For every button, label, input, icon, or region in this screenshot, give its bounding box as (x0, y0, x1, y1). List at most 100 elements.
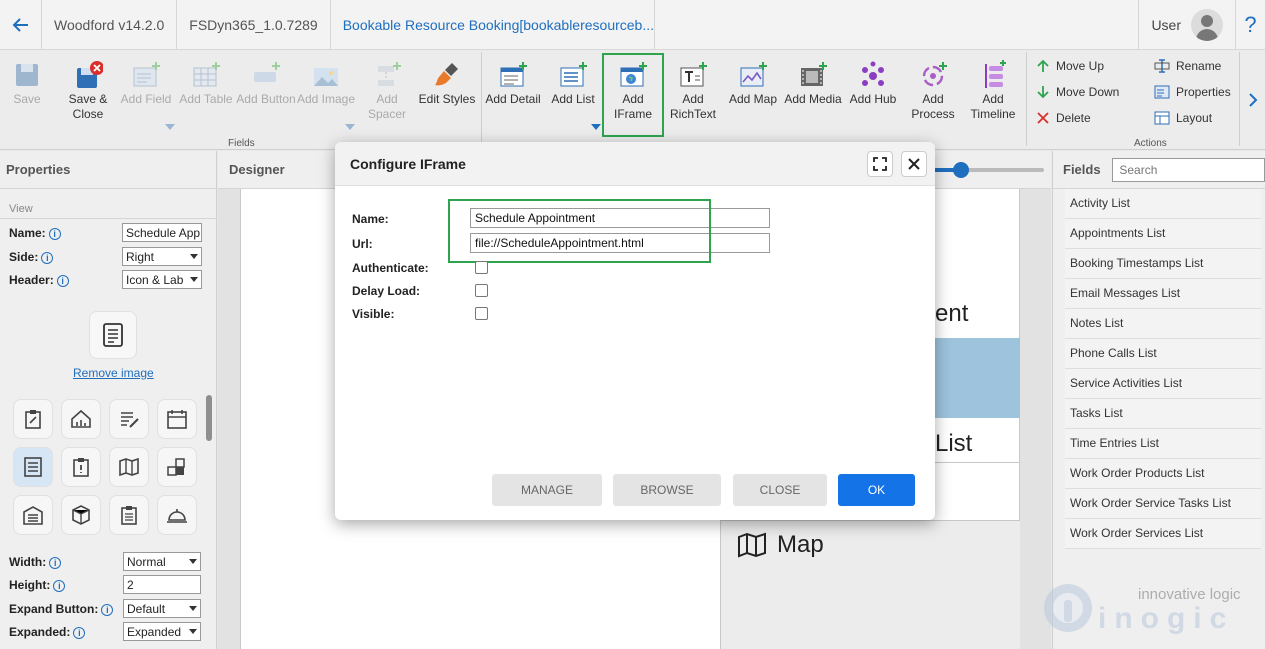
add-media-button[interactable]: Add Media (783, 60, 843, 107)
add-spacer-button[interactable]: Add Spacer (357, 60, 417, 122)
add-field-button[interactable]: Add Field (116, 60, 176, 107)
info-icon[interactable]: i (41, 251, 54, 264)
remove-image-link[interactable]: Remove image (73, 366, 154, 380)
delay-load-checkbox[interactable] (475, 284, 488, 297)
move-down-button[interactable]: Move Down (1036, 85, 1119, 99)
expand-button-label: Expand Button: (9, 601, 99, 616)
search-input[interactable]: Search (1112, 157, 1265, 182)
calendar-icon[interactable] (157, 399, 197, 439)
list-item[interactable]: Appointments List (1065, 219, 1261, 249)
home-chart-icon[interactable] (61, 399, 101, 439)
add-timeline-button[interactable]: Add Timeline (963, 60, 1023, 122)
close-button[interactable]: CLOSE (733, 474, 827, 506)
project-name[interactable]: FSDyn365_1.0.7289 (177, 0, 331, 49)
add-image-button[interactable]: Add Image (296, 60, 356, 107)
notes-pen-icon[interactable] (109, 399, 149, 439)
map-block[interactable]: Map (720, 520, 1020, 649)
authenticate-checkbox[interactable] (475, 261, 488, 274)
boxes-icon[interactable] (157, 447, 197, 487)
add-image-dropdown-icon[interactable] (345, 124, 355, 130)
info-icon[interactable]: i (73, 626, 86, 639)
save-button[interactable]: Save (0, 60, 57, 107)
canvas-list-label: List (935, 430, 973, 457)
height-input[interactable]: 2 (123, 575, 201, 594)
info-icon[interactable]: i (56, 274, 69, 287)
add-timeline-label: Add Timeline (970, 92, 1016, 121)
zoom-slider-handle[interactable] (953, 162, 969, 178)
width-select[interactable]: Normal (123, 552, 201, 571)
list-item[interactable]: Work Order Services List (1065, 519, 1261, 549)
add-spacer-label: Add Spacer (367, 92, 407, 121)
selected-image-preview[interactable] (89, 311, 137, 359)
add-table-button[interactable]: Add Table (176, 60, 236, 107)
list-item[interactable]: Work Order Service Tasks List (1065, 489, 1261, 519)
add-button-button[interactable]: Add Button (236, 60, 296, 107)
info-icon[interactable]: i (48, 227, 61, 240)
visible-checkbox[interactable] (475, 307, 488, 320)
add-table-icon (193, 62, 220, 87)
browse-button[interactable]: BROWSE (613, 474, 721, 506)
name-input[interactable]: Schedule App (122, 223, 202, 242)
layout-button[interactable]: Layout (1154, 111, 1212, 125)
list-item[interactable]: Work Order Products List (1065, 459, 1261, 489)
properties-button[interactable]: Properties (1154, 85, 1231, 99)
add-process-button[interactable]: Add Process (903, 60, 963, 122)
watermark-tagline: innovative logic (1138, 586, 1241, 603)
list-document-icon[interactable] (13, 447, 53, 487)
list-item[interactable]: Tasks List (1065, 399, 1261, 429)
expanded-select[interactable]: Expanded (123, 622, 201, 641)
list-item[interactable]: Booking Timestamps List (1065, 249, 1261, 279)
canvas-section-title: ent (935, 300, 969, 327)
rename-button[interactable]: Rename (1154, 59, 1221, 73)
add-map-button[interactable]: Add Map (723, 60, 783, 107)
chevron-down-icon (189, 559, 197, 564)
list-item[interactable]: Time Entries List (1065, 429, 1261, 459)
user-menu[interactable]: User (1138, 0, 1235, 49)
delete-button[interactable]: Delete (1036, 111, 1091, 125)
gallery-scrollbar[interactable] (206, 395, 212, 441)
list-item[interactable]: Phone Calls List (1065, 339, 1261, 369)
clipboard-edit-icon[interactable] (13, 399, 53, 439)
add-list-dropdown-icon[interactable] (591, 124, 601, 130)
side-select[interactable]: Right (122, 247, 202, 266)
map-icon[interactable] (109, 447, 149, 487)
move-up-button[interactable]: Move Up (1036, 59, 1104, 73)
add-list-button[interactable]: Add List (543, 60, 603, 107)
info-icon[interactable]: i (53, 579, 66, 592)
header-select[interactable]: Icon & Lab (122, 270, 202, 289)
add-richtext-button[interactable]: Add RichText (663, 60, 723, 122)
rename-icon (1154, 59, 1170, 73)
save-close-button[interactable]: Save & Close (58, 60, 118, 122)
warehouse-icon[interactable] (13, 495, 53, 535)
info-icon[interactable]: i (49, 556, 62, 569)
clipboard-alert-icon[interactable] (61, 447, 101, 487)
expand-icon (873, 156, 887, 171)
expand-button-select[interactable]: Default (123, 599, 201, 618)
clipboard-list-icon[interactable] (109, 495, 149, 535)
list-item[interactable]: Activity List (1065, 189, 1261, 219)
manage-button[interactable]: MANAGE (492, 474, 602, 506)
cube-icon[interactable] (61, 495, 101, 535)
back-button[interactable] (0, 0, 42, 49)
header-row: Header: i Icon & Lab (9, 270, 202, 289)
help-button[interactable]: ? (1235, 0, 1265, 49)
add-process-label: Add Process (911, 92, 955, 121)
list-item[interactable]: Service Activities List (1065, 369, 1261, 399)
service-bell-icon[interactable] (157, 495, 197, 535)
list-item[interactable]: Notes List (1065, 309, 1261, 339)
info-icon[interactable]: i (101, 603, 114, 616)
maximize-button[interactable] (867, 150, 893, 177)
add-button-icon (254, 62, 280, 82)
save-close-icon (77, 61, 103, 88)
ribbon-scroll-right[interactable] (1247, 92, 1259, 111)
add-hub-button[interactable]: Add Hub (843, 60, 903, 107)
ribbon-toolbar: Save Save & Close Add Field Add Table Ad… (0, 50, 1265, 150)
add-field-dropdown-icon[interactable] (165, 124, 175, 130)
add-detail-button[interactable]: Add Detail (483, 60, 543, 107)
entity-tab[interactable]: Bookable Resource Booking[bookableresour… (331, 0, 655, 49)
header-value: Icon & Lab (126, 272, 184, 287)
ok-button[interactable]: OK (838, 474, 915, 506)
list-item[interactable]: Email Messages List (1065, 279, 1261, 309)
close-dialog-button[interactable] (901, 150, 927, 177)
edit-styles-button[interactable]: Edit Styles (417, 60, 477, 107)
